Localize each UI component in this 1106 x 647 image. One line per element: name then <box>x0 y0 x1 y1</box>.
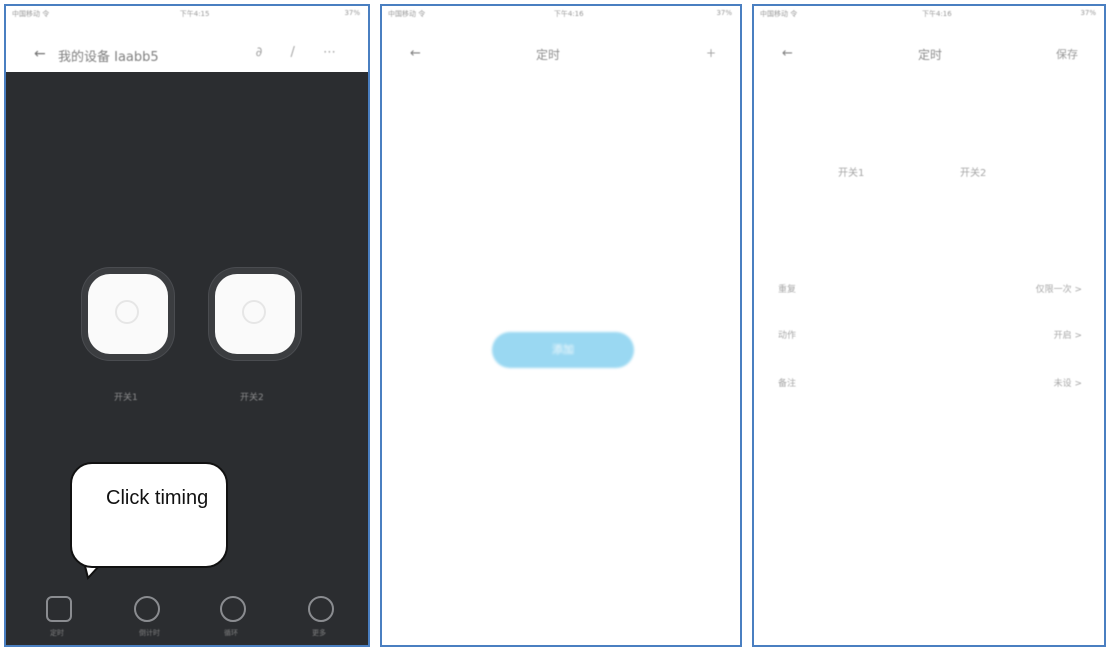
countdown-icon[interactable] <box>134 596 160 622</box>
page-title: 定时 <box>536 48 561 62</box>
switch-2-button[interactable] <box>215 274 295 354</box>
timer-edit-header: ← 定时 保存 <box>754 20 1104 64</box>
status-time: 下午4:15 <box>179 10 210 18</box>
status-time: 下午4:16 <box>922 10 952 18</box>
timing-icon[interactable] <box>46 596 72 622</box>
more-label: 更多 <box>312 629 326 637</box>
status-battery: 37% <box>1080 9 1096 17</box>
status-battery: 37% <box>716 9 732 17</box>
note-row[interactable]: 备注 未设 > <box>778 376 1082 394</box>
status-battery: 37% <box>344 9 360 17</box>
phone-device-screen: 中国移动 令 下午4:15 37% ← 我的设备 Iaabb5 ∂ / ⋯ 开关… <box>4 4 370 647</box>
repeat-label: 重复 <box>778 285 797 295</box>
switch-2-label: 开关2 <box>240 393 264 403</box>
switch-1-label: 开关1 <box>114 393 138 403</box>
status-carrier: 中国移动 令 <box>388 10 426 18</box>
power-icon <box>115 300 139 324</box>
more-icon[interactable] <box>308 596 334 622</box>
callout-text: Click timing <box>106 487 209 509</box>
repeat-row[interactable]: 重复 仅限一次 > <box>778 282 1082 300</box>
add-icon[interactable]: + <box>706 46 716 60</box>
action-row[interactable]: 动作 开启 > <box>778 328 1082 346</box>
repeat-value: 仅限一次 > <box>1035 285 1082 295</box>
timing-label: 定时 <box>50 629 64 637</box>
note-value: 未设 > <box>1053 379 1082 389</box>
status-bar: 中国移动 令 下午4:16 37% <box>754 6 1104 20</box>
add-timer-button[interactable]: 添加 <box>492 332 634 368</box>
status-bar: 中国移动 令 下午4:16 37% <box>382 6 740 20</box>
status-carrier: 中国移动 令 <box>760 10 798 18</box>
status-bar: 中国移动 令 下午4:15 37% <box>6 6 368 20</box>
back-arrow-icon[interactable]: ← <box>34 46 46 62</box>
phone-timer-edit-screen: 中国移动 令 下午4:16 37% ← 定时 保存 开关1 开关2 重复 仅限一… <box>752 4 1106 647</box>
page-title: 定时 <box>918 48 943 62</box>
note-label: 备注 <box>778 379 797 389</box>
action-value: 开启 > <box>1053 331 1082 341</box>
back-arrow-icon[interactable]: ← <box>410 46 421 61</box>
status-time: 下午4:16 <box>553 10 584 18</box>
save-button[interactable]: 保存 <box>1056 46 1078 62</box>
device-title: 我的设备 Iaabb5 <box>58 50 159 65</box>
status-carrier: 中国移动 令 <box>12 10 50 18</box>
back-arrow-icon[interactable]: ← <box>782 46 793 61</box>
timer-header: ← 定时 + <box>382 20 740 64</box>
instruction-callout: Click timing <box>70 462 228 568</box>
cycle-label: 循环 <box>224 629 238 637</box>
power-icon <box>242 300 266 324</box>
phone-timer-list-screen: 中国移动 令 下午4:16 37% ← 定时 + 添加 <box>380 4 742 647</box>
switch-1-option[interactable]: 开关1 <box>838 164 864 179</box>
device-header: ← 我的设备 Iaabb5 ∂ / ⋯ <box>6 20 368 77</box>
switch-2-option[interactable]: 开关2 <box>960 164 986 179</box>
cycle-icon[interactable] <box>220 596 246 622</box>
countdown-label: 倒计时 <box>139 629 160 637</box>
header-actions[interactable]: ∂ / ⋯ <box>256 45 348 60</box>
action-label: 动作 <box>778 331 797 341</box>
switch-1-button[interactable] <box>88 274 168 354</box>
